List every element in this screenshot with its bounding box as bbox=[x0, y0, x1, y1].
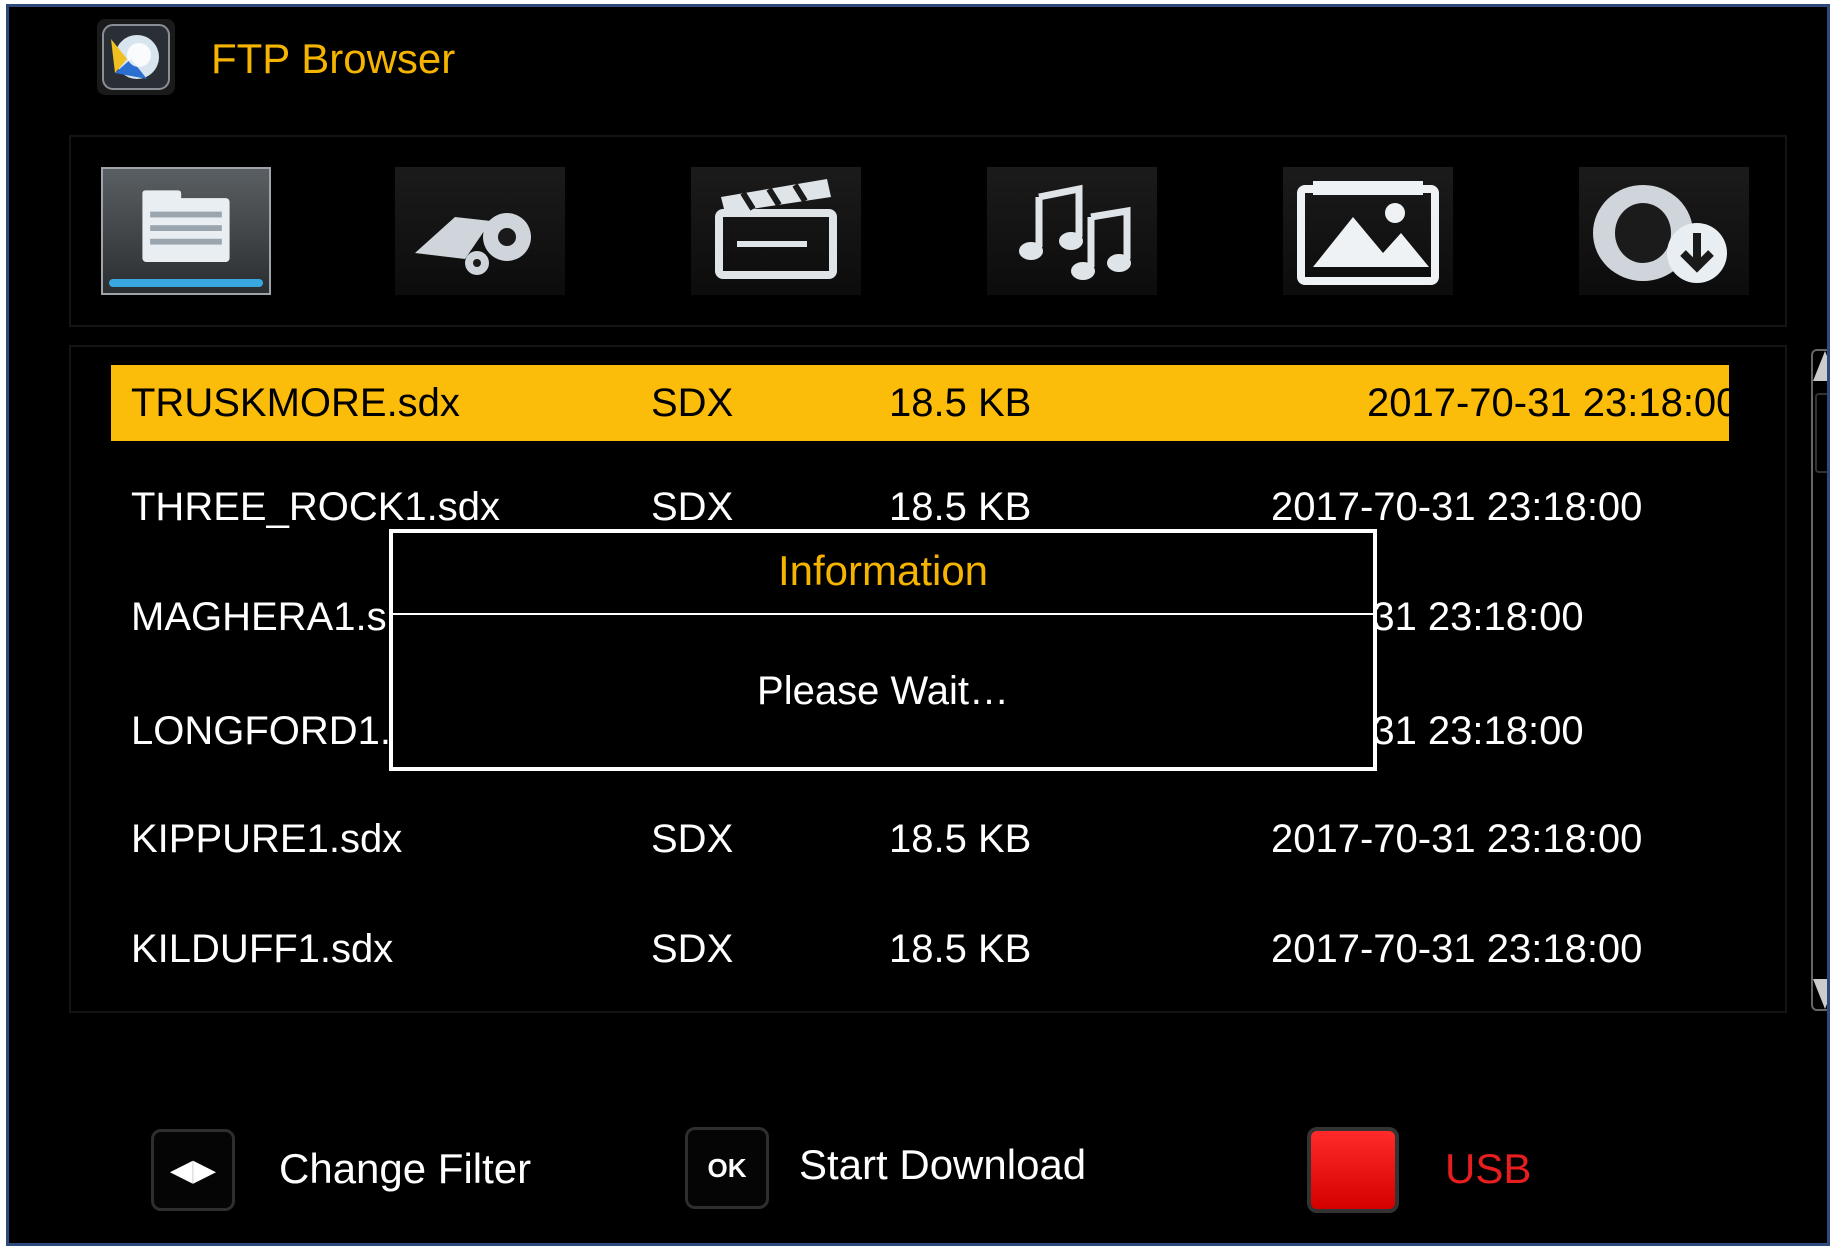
usb-label: USB bbox=[1445, 1145, 1532, 1192]
music-notes-icon[interactable] bbox=[987, 167, 1157, 295]
file-row-truskmore[interactable]: TRUSKMORE.sdx SDX 18.5 KB 2017-70-31 23:… bbox=[111, 365, 1738, 441]
ok-key-button[interactable]: OK bbox=[685, 1127, 769, 1209]
file-name: KILDUFF1.sdx bbox=[131, 927, 394, 971]
photos-icon[interactable] bbox=[1283, 167, 1453, 295]
file-row-kippure1[interactable]: KIPPURE1.sdx SDX 18.5 KB 2017-70-31 23:1… bbox=[111, 801, 1729, 877]
scroll-up-arrow-icon[interactable] bbox=[1813, 351, 1827, 381]
file-type: SDX bbox=[651, 381, 734, 425]
left-right-key-icon[interactable]: ◀▶ bbox=[151, 1129, 235, 1211]
file-size: 18.5 KB bbox=[889, 927, 1032, 971]
change-filter-label: Change Filter bbox=[279, 1145, 532, 1192]
gears-icon[interactable] bbox=[395, 167, 565, 295]
start-download-label: Start Download bbox=[799, 1141, 1087, 1188]
file-date: -31 23:18:00 bbox=[1359, 709, 1584, 753]
scroll-thumb[interactable] bbox=[1815, 393, 1827, 473]
file-name: LONGFORD1. bbox=[131, 709, 392, 753]
dialog-divider bbox=[393, 613, 1373, 615]
file-name: TRUSKMORE.sdx bbox=[131, 381, 460, 425]
download-icon[interactable] bbox=[1579, 167, 1749, 295]
file-row-kilduff1[interactable]: KILDUFF1.sdx SDX 18.5 KB 2017-70-31 23:1… bbox=[111, 911, 1729, 987]
file-type: SDX bbox=[651, 927, 734, 971]
scroll-down-arrow-icon[interactable] bbox=[1813, 979, 1827, 1009]
file-date: 2017-70-31 23:18:00 bbox=[1271, 817, 1643, 861]
left-right-arrows-icon: ◀▶ bbox=[169, 1153, 217, 1187]
category-filter-bar bbox=[69, 135, 1787, 327]
file-name: MAGHERA1.s bbox=[131, 595, 387, 639]
dialog-title: Information bbox=[777, 547, 989, 594]
dialog-message: Please Wait… bbox=[757, 669, 1009, 713]
ftp-browser-app-icon bbox=[97, 19, 175, 95]
ok-key-label: OK bbox=[707, 1152, 747, 1183]
information-dialog: Information Please Wait… bbox=[389, 529, 1377, 771]
red-key-button[interactable] bbox=[1307, 1127, 1399, 1213]
file-size: 18.5 KB bbox=[889, 381, 1032, 425]
file-name: KIPPURE1.sdx bbox=[131, 817, 403, 861]
file-date: -31 23:18:00 bbox=[1359, 595, 1584, 639]
file-type: SDX bbox=[651, 817, 734, 861]
app-title: FTP Browser bbox=[211, 35, 456, 82]
file-size: 18.5 KB bbox=[889, 817, 1032, 861]
ftp-browser-screen: FTP Browser TRUSKMORE.sdx SDX 18.5 KB 20… bbox=[6, 4, 1830, 1246]
clapperboard-icon[interactable] bbox=[691, 167, 861, 295]
scrollbar[interactable] bbox=[1809, 349, 1827, 1011]
file-date: 2017-70-31 23:18:00 bbox=[1367, 381, 1739, 425]
folder-icon[interactable] bbox=[101, 167, 271, 295]
file-date: 2017-70-31 23:18:00 bbox=[1271, 927, 1643, 971]
